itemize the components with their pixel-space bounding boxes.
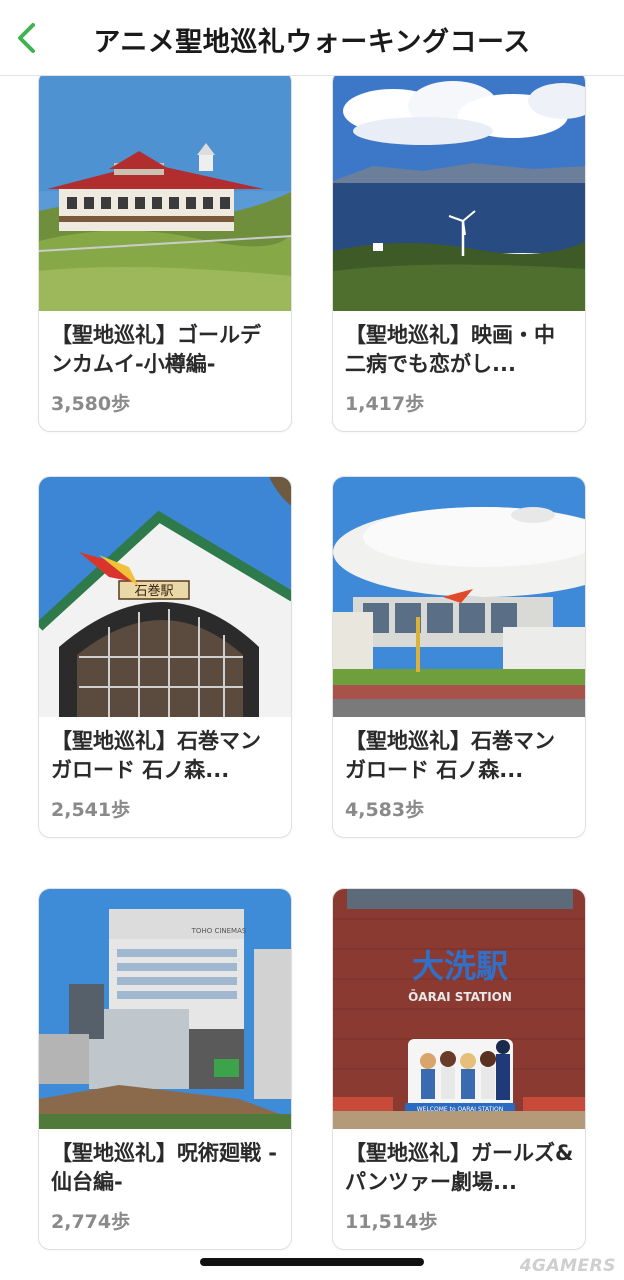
cinema-sign: TOHO CINEMAS — [191, 927, 247, 935]
course-card[interactable]: TOHO CINEMAS 【聖地巡礼】呪術廻戦 -仙台編- 2,774歩 — [38, 888, 292, 1250]
station-sign: 石巻駅 — [134, 584, 173, 599]
oarai-station-roman: ŌARAI STATION — [408, 989, 512, 1004]
course-card[interactable]: 【聖地巡礼】映画・中二病でも恋がし... 1,417歩 — [332, 70, 586, 432]
course-card[interactable]: 石巻駅 【聖地巡礼】石巻マンガロード 石ノ森... 2,541歩 — [38, 476, 292, 838]
course-steps: 2,541歩 — [51, 799, 131, 821]
home-indicator[interactable] — [200, 1258, 424, 1266]
course-thumbnail: 大洗駅 ŌARAI STATION WELCOME to OARAI STATI… — [333, 889, 585, 1129]
course-thumbnail — [39, 71, 291, 311]
watermark: 4GAMERS — [519, 1256, 616, 1276]
course-title: 【聖地巡礼】石巻マンガロード 石ノ森... — [345, 729, 555, 782]
course-thumbnail: TOHO CINEMAS — [39, 889, 291, 1129]
course-steps: 2,774歩 — [51, 1211, 131, 1233]
course-card[interactable]: 【聖地巡礼】石巻マンガロード 石ノ森... 4,583歩 — [332, 476, 586, 838]
course-title: 【聖地巡礼】ゴールデンカムイ-小樽編- — [51, 323, 261, 376]
oarai-station-kanji: 大洗駅 — [412, 947, 508, 985]
course-thumbnail — [333, 71, 585, 311]
course-thumbnail: 石巻駅 — [39, 477, 291, 717]
course-title: 【聖地巡礼】呪術廻戦 -仙台編- — [51, 1141, 278, 1194]
app-header: アニメ聖地巡礼ウォーキングコース — [0, 0, 624, 76]
course-card[interactable]: 【聖地巡礼】ゴールデンカムイ-小樽編- 3,580歩 — [38, 70, 292, 432]
course-steps: 3,580歩 — [51, 393, 131, 415]
course-steps: 1,417歩 — [345, 393, 425, 415]
course-steps: 4,583歩 — [345, 799, 425, 821]
course-title: 【聖地巡礼】石巻マンガロード 石ノ森... — [51, 729, 261, 782]
course-title: 【聖地巡礼】映画・中二病でも恋がし... — [345, 323, 555, 376]
course-title: 【聖地巡礼】ガールズ&パンツァー劇場... — [345, 1141, 574, 1194]
course-thumbnail — [333, 477, 585, 717]
course-card[interactable]: 大洗駅 ŌARAI STATION WELCOME to OARAI STATI… — [332, 888, 586, 1250]
course-steps: 11,514歩 — [345, 1211, 438, 1233]
page-title: アニメ聖地巡礼ウォーキングコース — [93, 27, 531, 58]
